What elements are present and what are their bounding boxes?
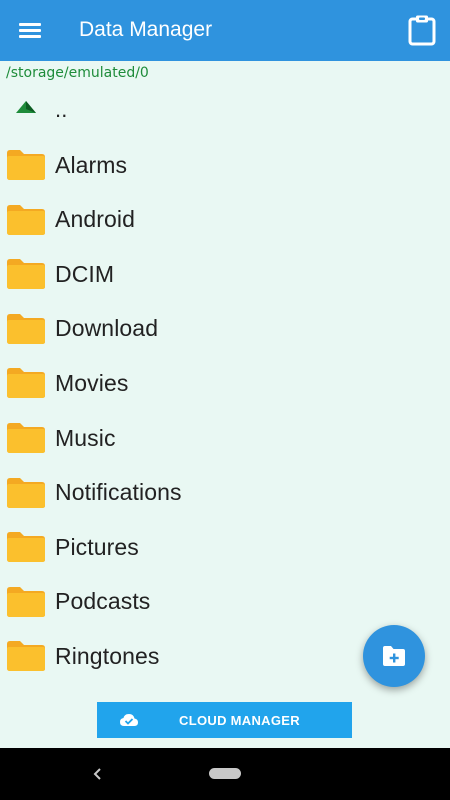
list-item-folder[interactable]: Android [0,193,450,247]
file-list: .. Alarms Android DCIM Download Movies Music N… [0,85,450,693]
app-title: Data Manager [79,18,213,41]
folder-label: Music [55,424,116,451]
up-arrow-icon [16,101,36,113]
list-item-folder[interactable]: Music [0,411,450,465]
folder-label: Alarms [55,151,128,178]
folder-label: Notifications [55,479,182,506]
folder-icon [7,586,45,617]
folder-icon [7,423,45,453]
folder-icon [7,150,45,180]
home-pill[interactable] [209,768,241,779]
back-icon[interactable] [90,764,106,784]
parent-directory-label: .. [55,97,68,122]
folder-icon [7,368,45,399]
folder-icon [7,313,45,344]
folder-label: Ringtones [55,642,160,669]
list-item-folder[interactable]: Pictures [0,520,450,574]
path-breadcrumb: /storage/emulated/0 [6,65,149,81]
list-item-partial[interactable] [0,684,450,693]
list-item-folder[interactable]: Notifications [0,466,450,520]
list-item-folder[interactable]: DCIM [0,247,450,301]
app-bar: Data Manager [0,0,450,61]
folder-icon [7,477,45,508]
folder-label: Download [55,315,159,342]
menu-icon[interactable] [19,20,41,40]
folder-label: Pictures [55,533,139,560]
folder-label: Android [55,206,135,233]
list-item-folder[interactable]: Movies [0,356,450,410]
folder-icon [7,532,45,563]
folder-label: Movies [55,369,129,396]
folder-icon [7,259,45,290]
new-folder-button[interactable] [363,625,425,687]
folder-icon [7,204,45,235]
clipboard-icon[interactable] [407,14,437,46]
cloud-manager-button[interactable]: CLOUD MANAGER [97,702,352,738]
folder-icon [7,641,45,672]
cloud-manager-label: CLOUD MANAGER [179,712,300,728]
list-item-parent-directory[interactable]: .. [0,85,450,139]
list-item-folder[interactable]: Podcasts [0,575,450,629]
folder-label: DCIM [55,260,115,287]
system-nav-bar [0,748,450,800]
list-item-folder[interactable]: Alarms [0,138,450,192]
folder-label: Podcasts [55,588,151,615]
new-folder-icon [383,646,405,666]
list-item-folder[interactable]: Download [0,302,450,356]
